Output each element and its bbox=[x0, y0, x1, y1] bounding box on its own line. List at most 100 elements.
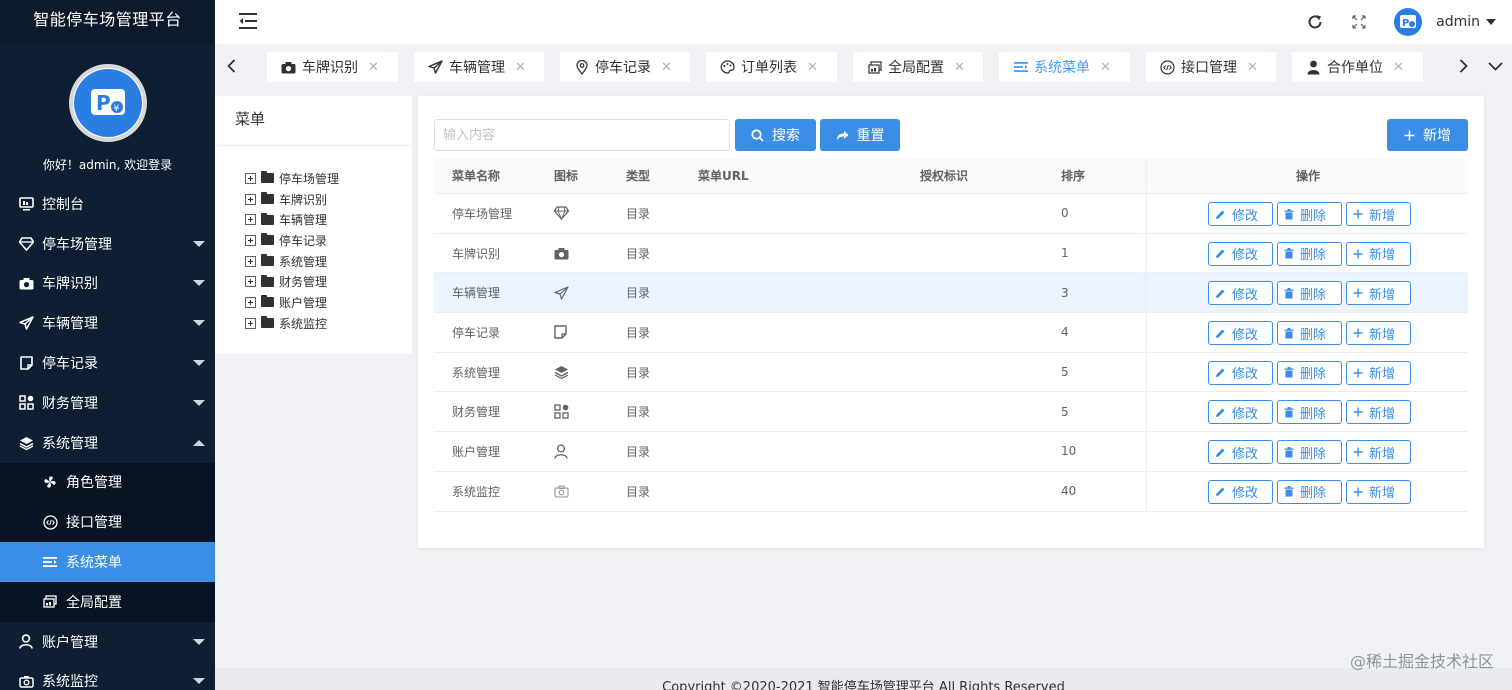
close-icon[interactable]: ✕ bbox=[1393, 60, 1404, 75]
tab-vehicle[interactable]: 车辆管理 ✕ bbox=[414, 52, 544, 82]
edit-button[interactable]: 修改 bbox=[1208, 241, 1273, 266]
edit-button[interactable]: 修改 bbox=[1208, 202, 1273, 226]
edit-icon bbox=[1215, 248, 1226, 259]
fullscreen-icon[interactable] bbox=[1350, 13, 1368, 31]
sidebar-item-global-config[interactable]: 全局配置 bbox=[0, 581, 215, 622]
search-input[interactable] bbox=[434, 119, 730, 151]
delete-button[interactable]: 删除 bbox=[1277, 400, 1342, 425]
collapse-menu-icon[interactable] bbox=[239, 12, 259, 30]
tree-node-label: 停车记录 bbox=[279, 233, 328, 248]
caret-down-icon[interactable] bbox=[1486, 19, 1496, 25]
table-row[interactable]: 系统监控 目录 40 修改 删除 新增 bbox=[434, 471, 1468, 512]
delete-button[interactable]: 删除 bbox=[1277, 321, 1342, 346]
delete-button[interactable]: 删除 bbox=[1277, 360, 1342, 385]
edit-button[interactable]: 修改 bbox=[1208, 321, 1273, 346]
user-avatar[interactable]: P bbox=[1394, 8, 1423, 36]
edit-button[interactable]: 修改 bbox=[1208, 440, 1273, 465]
expand-icon[interactable] bbox=[245, 234, 256, 246]
tree-node[interactable]: 账户管理 bbox=[245, 292, 412, 313]
table-row[interactable]: 账户管理 目录 10 修改 删除 新增 bbox=[434, 432, 1468, 472]
sidebar-item-account[interactable]: 账户管理 bbox=[0, 622, 215, 662]
add-child-button[interactable]: 新增 bbox=[1346, 281, 1411, 306]
tab-api[interactable]: 接口管理 ✕ bbox=[1146, 52, 1276, 82]
sidebar-item-parking-lot[interactable]: 停车场管理 bbox=[0, 224, 215, 264]
edit-label: 修改 bbox=[1232, 208, 1259, 224]
sidebar-item-monitor[interactable]: 系统监控 bbox=[0, 662, 215, 690]
expand-icon[interactable] bbox=[245, 193, 256, 205]
tabs-scroll-right-icon[interactable] bbox=[1455, 56, 1471, 76]
edit-button[interactable]: 修改 bbox=[1208, 479, 1273, 504]
close-icon[interactable]: ✕ bbox=[1247, 60, 1258, 75]
edit-button[interactable]: 修改 bbox=[1208, 281, 1273, 306]
expand-icon[interactable] bbox=[245, 317, 256, 329]
add-child-button[interactable]: 新增 bbox=[1346, 202, 1411, 226]
add-button[interactable]: 新增 bbox=[1387, 119, 1468, 151]
expand-icon[interactable] bbox=[245, 255, 256, 267]
add-child-button[interactable]: 新增 bbox=[1346, 241, 1411, 266]
tree-node[interactable]: 车辆管理 bbox=[245, 209, 412, 230]
table-row[interactable]: 财务管理 目录 5 修改 删除 新增 bbox=[434, 392, 1468, 433]
search-button[interactable]: 搜索 bbox=[735, 119, 816, 151]
add-child-button[interactable]: 新增 bbox=[1346, 360, 1411, 385]
delete-button[interactable]: 删除 bbox=[1277, 440, 1342, 465]
expand-icon[interactable] bbox=[245, 214, 256, 226]
username[interactable]: admin bbox=[1436, 14, 1480, 30]
close-icon[interactable]: ✕ bbox=[368, 60, 379, 75]
tree-node[interactable]: 系统管理 bbox=[245, 251, 412, 272]
delete-button[interactable]: 删除 bbox=[1277, 241, 1342, 266]
delete-button[interactable]: 删除 bbox=[1277, 202, 1342, 226]
tree-node[interactable]: 系统监控 bbox=[245, 313, 412, 334]
sidebar-submenu-system: 角色管理 接口管理 系统菜单 全局配置 bbox=[0, 462, 215, 622]
tabs-scroll-left-icon[interactable] bbox=[223, 56, 239, 76]
tab-global-config[interactable]: 全局配置 ✕ bbox=[853, 52, 983, 82]
table-row[interactable]: 停车场管理 目录 0 修改 删除 新增 bbox=[434, 194, 1468, 234]
add-child-button[interactable]: 新增 bbox=[1346, 321, 1411, 346]
sidebar-item-system[interactable]: 系统管理 bbox=[0, 423, 215, 463]
tab-plate-recognition[interactable]: 车牌识别 ✕ bbox=[267, 52, 398, 82]
sidebar-item-plate-recognition[interactable]: 车牌识别 bbox=[0, 264, 215, 304]
tree-node[interactable]: 车牌识别 bbox=[245, 189, 412, 210]
sidebar-item-vehicle[interactable]: 车辆管理 bbox=[0, 303, 215, 343]
sidebar-item-dashboard[interactable]: 控制台 bbox=[0, 184, 215, 224]
expand-icon[interactable] bbox=[245, 172, 256, 184]
sidebar-item-api[interactable]: 接口管理 bbox=[0, 502, 215, 543]
sidebar-item-system-menu[interactable]: 系统菜单 bbox=[0, 542, 215, 582]
edit-button[interactable]: 修改 bbox=[1208, 360, 1273, 385]
tab-partners[interactable]: 合作单位 ✕ bbox=[1292, 52, 1423, 82]
add-child-button[interactable]: 新增 bbox=[1346, 479, 1411, 504]
avatar[interactable]: P ¥ bbox=[68, 64, 147, 142]
tree-node[interactable]: 财务管理 bbox=[245, 271, 412, 292]
tree-node[interactable]: 停车记录 bbox=[245, 230, 412, 251]
close-icon[interactable]: ✕ bbox=[954, 60, 965, 75]
tree-node[interactable]: 停车场管理 bbox=[245, 168, 412, 189]
column-divider bbox=[1146, 392, 1147, 432]
tab-parking-record[interactable]: 停车记录 ✕ bbox=[560, 52, 690, 82]
expand-icon[interactable] bbox=[245, 276, 256, 288]
table-row[interactable]: 停车记录 目录 4 修改 删除 新增 bbox=[434, 313, 1468, 353]
tabs-dropdown-icon[interactable] bbox=[1485, 56, 1505, 76]
sidebar-item-finance[interactable]: 财务管理 bbox=[0, 383, 215, 423]
delete-button[interactable]: 删除 bbox=[1277, 479, 1342, 504]
close-icon[interactable]: ✕ bbox=[661, 60, 672, 75]
refresh-icon[interactable] bbox=[1306, 13, 1324, 31]
add-child-button[interactable]: 新增 bbox=[1346, 400, 1411, 425]
close-icon[interactable]: ✕ bbox=[807, 60, 818, 75]
tab-system-menu[interactable]: 系统菜单 ✕ bbox=[999, 52, 1130, 82]
close-icon[interactable]: ✕ bbox=[515, 60, 526, 75]
cell-name: 账户管理 bbox=[452, 444, 501, 459]
table-row[interactable]: 系统管理 目录 5 修改 删除 新增 bbox=[434, 352, 1468, 393]
reset-button[interactable]: 重置 bbox=[820, 119, 900, 151]
edit-button[interactable]: 修改 bbox=[1208, 400, 1273, 425]
sidebar-item-roles[interactable]: 角色管理 bbox=[0, 462, 215, 503]
expand-icon[interactable] bbox=[245, 296, 256, 308]
camera-outline-icon bbox=[554, 485, 570, 498]
add-child-button[interactable]: 新增 bbox=[1346, 440, 1411, 465]
delete-button[interactable]: 删除 bbox=[1277, 281, 1342, 306]
close-icon[interactable]: ✕ bbox=[1100, 60, 1111, 75]
sidebar-item-parking-record[interactable]: 停车记录 bbox=[0, 343, 215, 383]
table-row[interactable]: 车辆管理 目录 3 修改 删除 新增 bbox=[434, 273, 1468, 314]
sidebar: 智能停车场管理平台 P ¥ 你好！admin, 欢迎登录 控制台 停车场管理 车… bbox=[0, 0, 215, 690]
cell-order: 5 bbox=[1061, 365, 1069, 380]
tab-orders[interactable]: 订单列表 ✕ bbox=[706, 52, 837, 82]
table-row[interactable]: 车牌识别 目录 1 修改 删除 新增 bbox=[434, 233, 1468, 274]
